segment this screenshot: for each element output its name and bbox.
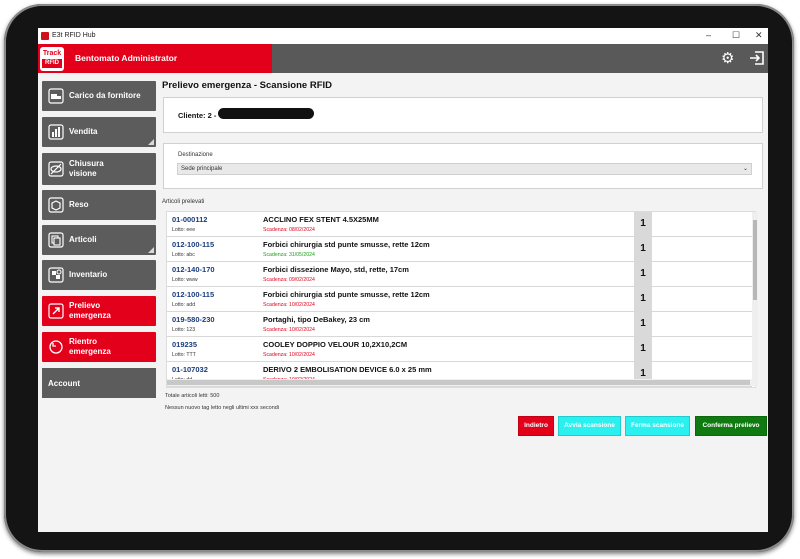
sidebar-item-label: Reso bbox=[69, 200, 89, 209]
gear-icon[interactable]: ⚙ bbox=[721, 51, 734, 66]
corner-indicator bbox=[148, 139, 154, 145]
sidebar-item-chiusura-visione[interactable]: Chiusura visione bbox=[42, 153, 156, 185]
sidebar-item-label: Inventario bbox=[69, 270, 108, 279]
article-code: 012-100-115 bbox=[172, 240, 215, 249]
page-title: Prelievo emergenza - Scansione RFID bbox=[162, 80, 333, 91]
bar-chart-icon bbox=[48, 124, 64, 140]
article-description: Forbici chirurgia std punte smusse, rett… bbox=[263, 290, 430, 299]
scrollbar-thumb[interactable] bbox=[753, 220, 757, 300]
article-quantity: 1 bbox=[634, 287, 652, 311]
article-description: Portaghi, tipo DeBakey, 23 cm bbox=[263, 315, 370, 324]
totale-articoli-text: Totale articoli letti: 500 bbox=[165, 393, 220, 399]
article-code: 01-000112 bbox=[172, 215, 208, 224]
article-lot: Lotto: abc bbox=[172, 252, 195, 258]
chevron-down-icon: ⌄ bbox=[742, 166, 748, 172]
article-quantity: 1 bbox=[634, 337, 652, 361]
window-titlebar: E3t RFID Hub – ☐ ✕ bbox=[38, 28, 768, 44]
table-row[interactable]: 019-580-230 Lotto: 123 Portaghi, tipo De… bbox=[167, 312, 752, 337]
sidebar-item-articoli[interactable]: Articoli bbox=[42, 225, 156, 255]
article-code: 01-107032 bbox=[172, 365, 208, 374]
sidebar-item-rientro-emergenza[interactable]: Rientro emergenza bbox=[42, 332, 156, 362]
indietro-button[interactable]: Indietro bbox=[518, 416, 554, 436]
destinazione-value: Sede principale bbox=[181, 166, 223, 172]
truck-icon bbox=[48, 88, 64, 104]
sidebar-item-label: Carico da fornitore bbox=[69, 91, 141, 100]
app-title: Bentomato Administrator bbox=[75, 53, 178, 63]
table-row[interactable]: 019235 Lotto: TTT COOLEY DOPPIO VELOUR 1… bbox=[167, 337, 752, 362]
article-quantity: 1 bbox=[634, 312, 652, 336]
article-expiry: Scadenza: 10/02/2024 bbox=[263, 352, 315, 358]
article-description: ACCLINO FEX STENT 4.5X25MM bbox=[263, 215, 379, 224]
cliente-label: Cliente: 2 - bbox=[178, 111, 217, 120]
table-row[interactable]: 01-000112 Lotto: eee ACCLINO FEX STENT 4… bbox=[167, 212, 752, 237]
sidebar-item-label: Chiusura visione bbox=[69, 159, 104, 178]
article-quantity: 1 bbox=[634, 262, 652, 286]
article-lot: Lotto: add bbox=[172, 302, 196, 308]
sidebar-item-vendita[interactable]: Vendita bbox=[42, 117, 156, 147]
table-row[interactable]: 012-100-115 Lotto: add Forbici chirurgia… bbox=[167, 287, 752, 312]
article-description: COOLEY DOPPIO VELOUR 10,2X10,2CM bbox=[263, 340, 408, 349]
corner-indicator bbox=[148, 247, 154, 253]
conferma-prelievo-button[interactable]: Conferma prelievo bbox=[695, 416, 767, 436]
return-icon bbox=[49, 340, 63, 354]
article-quantity: 1 bbox=[634, 212, 652, 236]
avvia-scansione-button[interactable]: Avvia scansione bbox=[558, 416, 621, 436]
nuovo-tag-status: Nessun nuovo tag letto negli ultimi xxx … bbox=[165, 405, 280, 411]
destinazione-panel: Destinazione Sede principale ⌄ bbox=[163, 143, 763, 189]
sidebar-item-reso[interactable]: Reso bbox=[42, 190, 156, 220]
maximize-icon[interactable]: ☐ bbox=[732, 30, 740, 41]
track-rfid-logo: Track RFID bbox=[40, 47, 64, 71]
account-label: Account bbox=[48, 379, 80, 388]
article-code: 012-140-170 bbox=[172, 265, 215, 274]
article-code: 012-100-115 bbox=[172, 290, 215, 299]
app-header: Track RFID Bentomato Administrator ⚙ bbox=[38, 44, 768, 73]
return-box-icon bbox=[48, 197, 64, 213]
eye-off-icon bbox=[48, 161, 64, 177]
article-lot: Lotto: TTT bbox=[172, 352, 196, 358]
sidebar-item-account[interactable]: Account bbox=[42, 368, 156, 398]
article-expiry: Scadenza: 08/02/2024 bbox=[263, 227, 315, 233]
window-title: E3t RFID Hub bbox=[52, 32, 96, 39]
articoli-table: 01-000112 Lotto: eee ACCLINO FEX STENT 4… bbox=[166, 211, 756, 388]
table-vertical-scrollbar[interactable] bbox=[752, 212, 758, 386]
article-quantity: 1 bbox=[634, 237, 652, 261]
ferma-scansione-button[interactable]: Ferma scansione bbox=[625, 416, 690, 436]
article-lot: Lotto: eee bbox=[172, 227, 196, 233]
article-lot: Lotto: 123 bbox=[172, 327, 196, 333]
sidebar-item-prelievo-emergenza[interactable]: Prelievo emergenza bbox=[42, 296, 156, 326]
sidebar-item-label: Articoli bbox=[69, 235, 97, 244]
article-expiry: Scadenza: 31/05/2024 bbox=[263, 252, 315, 258]
table-row[interactable]: 012-140-170 Lotto: www Forbici dissezion… bbox=[167, 262, 752, 287]
article-code: 019-580-230 bbox=[172, 315, 215, 324]
article-description: Forbici dissezione Mayo, std, rette, 17c… bbox=[263, 265, 409, 274]
scrollbar-thumb[interactable] bbox=[167, 380, 750, 385]
minimize-icon[interactable]: – bbox=[706, 30, 711, 40]
article-description: DERIVO 2 EMBOLISATION DEVICE 6.0 x 25 mm bbox=[263, 365, 432, 374]
article-expiry: Scadenza: 10/02/2024 bbox=[263, 302, 315, 308]
sidebar-item-carico-fornitore[interactable]: Carico da fornitore bbox=[42, 81, 156, 111]
app-screen: E3t RFID Hub – ☐ ✕ Track RFID Bentomato … bbox=[38, 28, 768, 532]
emergency-pick-icon bbox=[48, 303, 64, 319]
destinazione-label: Destinazione bbox=[178, 152, 213, 158]
app-window-icon bbox=[41, 32, 49, 40]
redacted-client-name bbox=[218, 108, 314, 119]
article-expiry: Scadenza: 09/02/2024 bbox=[263, 277, 315, 283]
article-lot: Lotto: www bbox=[172, 277, 198, 283]
sidebar-item-label: Prelievo emergenza bbox=[69, 301, 111, 320]
logout-icon[interactable] bbox=[749, 50, 765, 66]
destinazione-select[interactable]: Sede principale ⌄ bbox=[177, 163, 752, 175]
article-description: Forbici chirurgia std punte smusse, rett… bbox=[263, 240, 430, 249]
inventory-icon bbox=[48, 267, 64, 283]
sidebar-item-label: Rientro emergenza bbox=[69, 337, 111, 356]
sidebar-item-inventario[interactable]: Inventario bbox=[42, 260, 156, 290]
article-expiry: Scadenza: 10/02/2024 bbox=[263, 327, 315, 333]
close-icon[interactable]: ✕ bbox=[755, 30, 763, 41]
articoli-label: Articoli prelevati bbox=[162, 199, 205, 205]
table-horizontal-scrollbar[interactable] bbox=[167, 379, 752, 386]
article-code: 019235 bbox=[172, 340, 198, 349]
sidebar-item-label: Vendita bbox=[69, 127, 98, 136]
articles-icon bbox=[48, 232, 64, 248]
table-row[interactable]: 012-100-115 Lotto: abc Forbici chirurgia… bbox=[167, 237, 752, 262]
